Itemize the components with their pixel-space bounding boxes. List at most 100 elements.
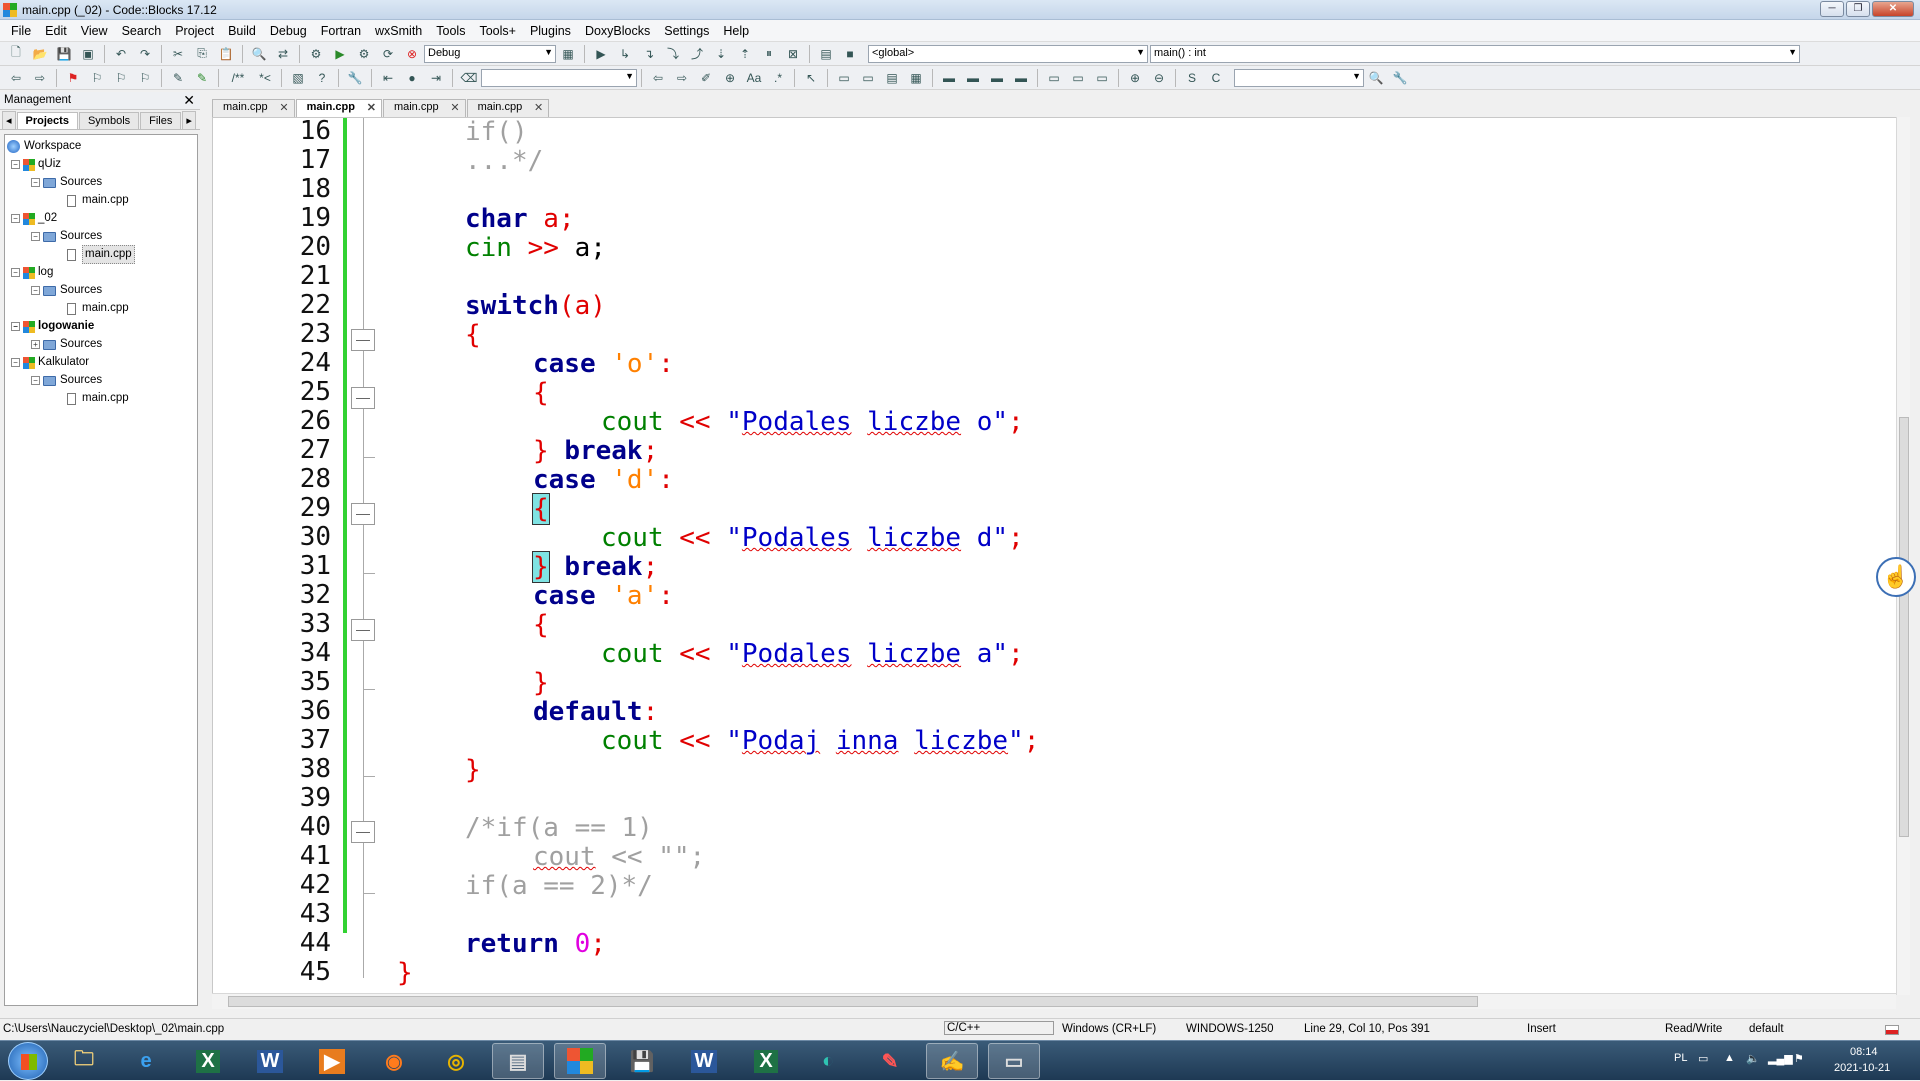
close-button[interactable]: ✕ [1872,1,1914,17]
notepad-icon[interactable]: ✍ [926,1043,978,1079]
collapse-icon[interactable]: − [31,178,40,187]
menu-file[interactable]: File [4,24,38,38]
expand-icon[interactable]: + [31,340,40,349]
symbol-search-icon[interactable]: 🔍 [1366,69,1386,87]
horizontal-scrollbar[interactable] [212,993,1896,1009]
find-icon[interactable]: 🔍 [249,45,269,63]
selection-icon[interactable]: ⊕ [720,69,740,87]
chm-icon[interactable]: ? [312,69,332,87]
menu-doxyblocks[interactable]: DoxyBlocks [578,24,657,38]
widget-11-icon[interactable]: ▭ [1092,69,1112,87]
start-button[interactable] [8,1042,48,1080]
build-run-icon[interactable]: ⚙ [354,45,374,63]
widget-8-icon[interactable]: ▬ [1011,69,1031,87]
next-line-icon[interactable]: ↴ [639,45,659,63]
widget-9-icon[interactable]: ▭ [1044,69,1064,87]
menu-wxsmith[interactable]: wxSmith [368,24,429,38]
save-all-icon[interactable]: ▣ [78,45,98,63]
jump-forward-icon[interactable]: ⇨ [30,69,50,87]
code-text[interactable]: if() ...*/ char a; cin >> a; switch(a) {… [391,118,1885,994]
close-tab-icon[interactable]: ✕ [534,101,543,114]
edge-icon[interactable]: ◐ [802,1043,854,1079]
build-gear-icon[interactable]: ⚙ [306,45,326,63]
pointer-icon[interactable]: ↖ [801,69,821,87]
tray-arrow-icon[interactable]: ▲ [1724,1052,1735,1064]
word-icon[interactable]: W [678,1043,730,1079]
close-panel-icon[interactable]: ✕ [183,92,195,109]
tree-project-02[interactable]: − _02 [11,210,57,227]
tree-project-logowanie[interactable]: − logowanie [11,318,94,335]
uncomment-icon[interactable]: ✎ [192,69,212,87]
network-icon[interactable]: ▭ [1698,1052,1708,1065]
widget-7-icon[interactable]: ▬ [987,69,1007,87]
tree-folder-sources[interactable]: − Sources [31,228,102,245]
abort-icon[interactable]: ⊗ [402,45,422,63]
menu-search[interactable]: Search [115,24,169,38]
toggle-comment-icon[interactable]: ✎ [168,69,188,87]
replace-icon[interactable]: ⇄ [273,45,293,63]
tree-project-kalkulator[interactable]: − Kalkulator [11,354,89,371]
fold-toggle-icon[interactable] [351,387,375,409]
copy-icon[interactable]: ⎘ [192,45,212,63]
bookmark-clear-icon[interactable]: ⚐ [135,69,155,87]
widget-4-icon[interactable]: ▦ [906,69,926,87]
menu-settings[interactable]: Settings [657,24,716,38]
fold-toggle-icon[interactable] [351,619,375,641]
widget-3-icon[interactable]: ▤ [882,69,902,87]
info-icon[interactable]: ■ [840,45,860,63]
tree-file[interactable]: main.cpp [67,192,129,209]
tree-folder-sources[interactable]: − Sources [31,174,102,191]
bookmark-prev-icon[interactable]: ⚐ [87,69,107,87]
vertical-scrollbar[interactable] [1896,117,1910,995]
codeblocks-taskbar-icon[interactable] [554,1043,606,1079]
s-icon[interactable]: S [1182,69,1202,87]
rebuild-icon[interactable]: ⟳ [378,45,398,63]
save-disk-icon[interactable]: 💾 [616,1043,668,1079]
next-instruction-icon[interactable]: ⇣ [711,45,731,63]
collapse-icon[interactable]: − [31,376,40,385]
ie-icon[interactable]: e [120,1043,172,1079]
wrench-icon[interactable]: 🔧 [345,69,365,87]
close-tab-icon[interactable]: ✕ [450,101,459,114]
menu-edit[interactable]: Edit [38,24,74,38]
excel-x-icon[interactable]: X [182,1043,234,1079]
menu-help[interactable]: Help [716,24,756,38]
widget-2-icon[interactable]: ▭ [858,69,878,87]
open-file-icon[interactable]: 📂 [30,45,50,63]
menu-fortran[interactable]: Fortran [314,24,368,38]
tab-files[interactable]: Files [140,112,182,129]
zoom-in-icon[interactable]: ⊕ [1125,69,1145,87]
tab-projects[interactable]: Projects [16,112,78,129]
editor-tab[interactable]: main.cpp ✕ [382,99,466,117]
maximize-button[interactable]: ❐ [1846,1,1870,17]
files-icon[interactable]: ▤ [492,1043,544,1079]
collapse-icon[interactable]: − [31,232,40,241]
bookmark-toggle-icon[interactable]: ⚑ [63,69,83,87]
nav-dot-icon[interactable]: ● [402,69,422,87]
volume-icon[interactable]: 🔈 [1746,1052,1760,1065]
c-icon[interactable]: C [1206,69,1226,87]
highlight-icon[interactable]: ✐ [696,69,716,87]
bookmark-next-icon[interactable]: ⚐ [111,69,131,87]
paint-icon[interactable]: ✎ [864,1043,916,1079]
menu-tools-plus[interactable]: Tools+ [472,24,522,38]
pause-icon[interactable]: ⏸ [759,45,779,63]
tree-folder-sources[interactable]: − Sources [31,282,102,299]
line-comment-icon[interactable]: *< [255,69,275,87]
tree-workspace[interactable]: Workspace [7,138,81,155]
scope-select[interactable]: <global> ▼ [868,44,1148,63]
menu-plugins[interactable]: Plugins [523,24,578,38]
close-tab-icon[interactable]: ✕ [367,101,376,114]
block-comment-icon[interactable]: /** [225,69,251,87]
collapse-icon[interactable]: − [11,214,20,223]
undo-icon[interactable]: ↶ [111,45,131,63]
jump-back-icon[interactable]: ⇦ [6,69,26,87]
collapse-icon[interactable]: − [11,322,20,331]
chrome-icon[interactable]: ◎ [430,1043,482,1079]
fold-toggle-icon[interactable] [351,329,375,351]
step-out-icon[interactable]: ⤴ [687,45,707,63]
function-select[interactable]: main() : int ▼ [1150,44,1800,63]
widget-1-icon[interactable]: ▭ [834,69,854,87]
widget-5-icon[interactable]: ▬ [939,69,959,87]
tree-file[interactable]: main.cpp [67,390,129,407]
